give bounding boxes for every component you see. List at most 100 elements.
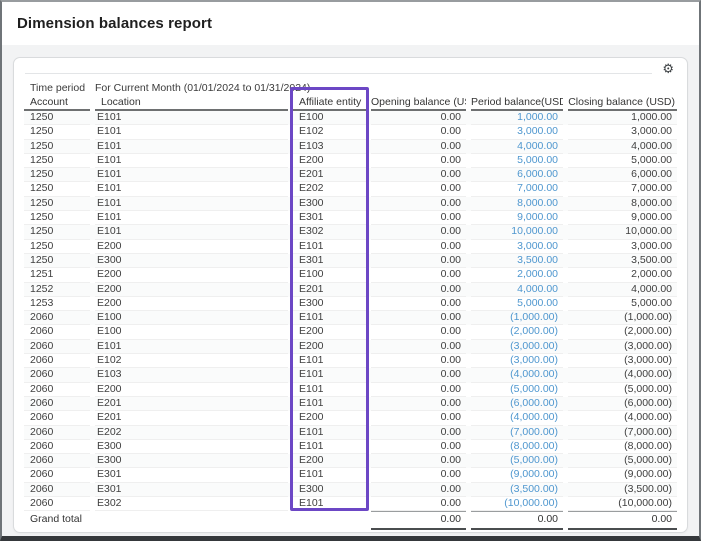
affiliate-entity-cell: E102 [293,125,366,139]
period-balance-link[interactable]: 10,000.00 [471,225,563,239]
account-cell: 1250 [24,240,90,254]
time-period-value: For Current Month (01/01/2024 to 01/31/2… [95,82,677,96]
account-cell: 2060 [24,397,90,411]
account-cell: 2060 [24,325,90,339]
opening-balance-cell: 0.00 [371,154,466,168]
closing-balance-cell: (4,000.00) [568,368,677,382]
period-balance-link[interactable]: 6,000.00 [471,168,563,182]
affiliate-entity-cell: E101 [293,383,366,397]
page-title: Dimension balances report [17,15,212,32]
period-balance-link[interactable]: 9,000.00 [471,211,563,225]
affiliate-entity-cell: E103 [293,140,366,154]
column-header-account: Account [24,96,90,111]
closing-balance-cell: (3,500.00) [568,483,677,497]
account-cell: 1250 [24,140,90,154]
period-balance-link[interactable]: (5,000.00) [471,383,563,397]
period-balance-link[interactable]: (3,000.00) [471,340,563,354]
location-cell: E101 [95,168,288,182]
affiliate-entity-cell: E302 [293,225,366,239]
closing-balance-cell: 4,000.00 [568,140,677,154]
affiliate-entity-cell: E301 [293,211,366,225]
period-balance-link[interactable]: (5,000.00) [471,454,563,468]
opening-balance-cell: 0.00 [371,368,466,382]
location-cell: E300 [95,454,288,468]
affiliate-entity-cell: E202 [293,182,366,196]
location-cell: E200 [95,297,288,311]
closing-balance-cell: (10,000.00) [568,497,677,511]
opening-balance-cell: 0.00 [371,268,466,282]
account-cell: 1250 [24,125,90,139]
opening-balance-cell: 0.00 [371,397,466,411]
opening-balance-cell: 0.00 [371,483,466,497]
period-balance-link[interactable]: (2,000.00) [471,325,563,339]
period-balance-link[interactable]: (4,000.00) [471,368,563,382]
gear-icon[interactable]: ⚙ [662,61,674,77]
period-balance-link[interactable]: 7,000.00 [471,182,563,196]
account-cell: 1250 [24,111,90,125]
period-balance-link[interactable]: (4,000.00) [471,411,563,425]
closing-balance-cell: (1,000.00) [568,311,677,325]
period-balance-link[interactable]: (10,000.00) [471,497,563,511]
closing-balance-cell: 7,000.00 [568,182,677,196]
table-row: 2060E101E2000.00(3,000.00)(3,000.00) [24,340,677,354]
account-cell: 1252 [24,283,90,297]
account-cell: 2060 [24,340,90,354]
closing-balance-cell: (3,000.00) [568,340,677,354]
grand-total-opening: 0.00 [371,511,466,530]
closing-balance-cell: (9,000.00) [568,468,677,482]
affiliate-entity-cell: E101 [293,354,366,368]
period-balance-link[interactable]: 3,000.00 [471,125,563,139]
location-cell: E101 [95,111,288,125]
opening-balance-cell: 0.00 [371,297,466,311]
table-row: 2060E201E2000.00(4,000.00)(4,000.00) [24,411,677,425]
table-row: 1250E101E2020.007,000.007,000.00 [24,182,677,196]
opening-balance-cell: 0.00 [371,254,466,268]
closing-balance-cell: 3,000.00 [568,125,677,139]
closing-balance-cell: (6,000.00) [568,397,677,411]
affiliate-entity-cell: E100 [293,268,366,282]
closing-balance-cell: 8,000.00 [568,197,677,211]
period-balance-link[interactable]: 3,500.00 [471,254,563,268]
table-header-row: Account Location Affiliate entity Openin… [24,96,677,111]
report-body: Time period For Current Month (01/01/202… [14,78,687,532]
period-balance-link[interactable]: (1,000.00) [471,311,563,325]
location-cell: E101 [95,225,288,239]
period-balance-link[interactable]: 3,000.00 [471,240,563,254]
column-header-closing-balance: Closing balance (USD) [568,96,677,111]
period-balance-link[interactable]: 5,000.00 [471,297,563,311]
closing-balance-cell: (2,000.00) [568,325,677,339]
affiliate-entity-cell: E200 [293,454,366,468]
period-balance-link[interactable]: (3,000.00) [471,354,563,368]
closing-balance-cell: (4,000.00) [568,411,677,425]
affiliate-entity-cell: E300 [293,297,366,311]
account-cell: 1250 [24,254,90,268]
period-balance-link[interactable]: 2,000.00 [471,268,563,282]
opening-balance-cell: 0.00 [371,311,466,325]
period-balance-link[interactable]: (6,000.00) [471,397,563,411]
column-header-location: Location [95,96,288,111]
toolbar-divider [25,64,652,74]
table-row: 1250E101E1030.004,000.004,000.00 [24,140,677,154]
opening-balance-cell: 0.00 [371,211,466,225]
period-balance-link[interactable]: (9,000.00) [471,468,563,482]
period-balance-link[interactable]: 8,000.00 [471,197,563,211]
affiliate-entity-cell: E201 [293,168,366,182]
closing-balance-cell: 6,000.00 [568,168,677,182]
location-cell: E101 [95,340,288,354]
location-cell: E200 [95,283,288,297]
location-cell: E200 [95,268,288,282]
affiliate-entity-cell: E201 [293,283,366,297]
opening-balance-cell: 0.00 [371,182,466,196]
affiliate-entity-cell: E101 [293,497,366,511]
location-cell: E202 [95,426,288,440]
period-balance-link[interactable]: 1,000.00 [471,111,563,125]
table-row: 1250E300E3010.003,500.003,500.00 [24,254,677,268]
period-balance-link[interactable]: 5,000.00 [471,154,563,168]
period-balance-link[interactable]: (7,000.00) [471,426,563,440]
period-balance-link[interactable]: (3,500.00) [471,483,563,497]
period-balance-link[interactable]: (8,000.00) [471,440,563,454]
period-balance-link[interactable]: 4,000.00 [471,140,563,154]
period-balance-link[interactable]: 4,000.00 [471,283,563,297]
affiliate-entity-cell: E101 [293,468,366,482]
closing-balance-cell: 3,000.00 [568,240,677,254]
